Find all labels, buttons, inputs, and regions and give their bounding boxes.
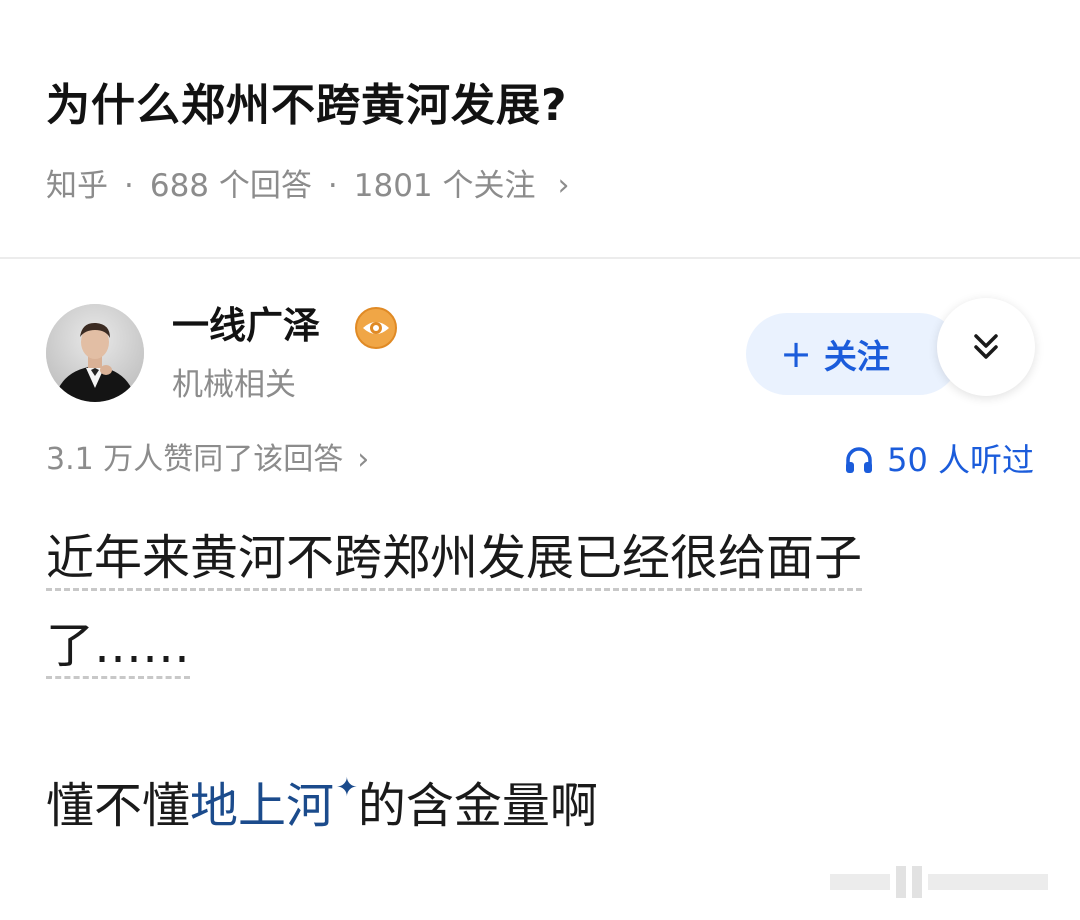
follow-button[interactable]: + 关注: [746, 313, 960, 395]
expand-more-button[interactable]: [937, 298, 1035, 396]
listen-count: 50 人听过: [887, 441, 1034, 479]
content-text: 懂不懂: [46, 778, 191, 834]
meta-separator: ·: [124, 168, 134, 204]
follower-count: 1801 个关注: [353, 168, 536, 204]
double-chevron-down-icon: [974, 334, 998, 359]
answer-count: 688 个回答: [149, 168, 312, 204]
source-label: 知乎: [46, 168, 108, 204]
section-divider: [0, 257, 1080, 259]
listen-button[interactable]: 50 人听过: [843, 438, 1034, 482]
question-title[interactable]: 为什么郑州不跨黄河发展?: [46, 76, 568, 136]
chevron-right-icon: ›: [557, 168, 570, 203]
paragraph-1: 近年来黄河不跨郑州发展已经很给面子 了……: [46, 514, 1036, 690]
question-meta[interactable]: 知乎 · 688 个回答 · 1801 个关注 ›: [46, 164, 570, 208]
avatar-image: [46, 304, 144, 402]
author-avatar[interactable]: [46, 304, 144, 402]
follow-label: 关注: [823, 337, 890, 376]
sparkle-icon: ✦: [336, 773, 358, 803]
content-text: 的含金量啊: [357, 778, 598, 834]
author-name[interactable]: 一线广泽: [172, 300, 320, 352]
headphones-icon: [846, 447, 873, 473]
watermark: [830, 862, 1060, 902]
paragraph-2: 懂不懂地上河✦的含金量啊: [46, 762, 1036, 858]
plus-icon: +: [780, 332, 812, 376]
author-bio: 机械相关: [172, 367, 296, 403]
content-line: 近年来黄河不跨郑州发展已经很给面子: [46, 530, 863, 591]
likes-summary[interactable]: 3.1 万人赞同了该回答 ›: [46, 438, 369, 482]
eye-badge-icon: [354, 306, 398, 350]
chevron-right-icon: ›: [357, 442, 370, 477]
meta-separator: ·: [327, 168, 338, 204]
keyword-link[interactable]: 地上河: [190, 778, 334, 834]
likes-text: 3.1 万人赞同了该回答: [46, 442, 344, 477]
answer-content[interactable]: 近年来黄河不跨郑州发展已经很给面子 了…… 懂不懂地上河✦的含金量啊: [46, 514, 1036, 858]
content-line: 了……: [46, 618, 191, 679]
